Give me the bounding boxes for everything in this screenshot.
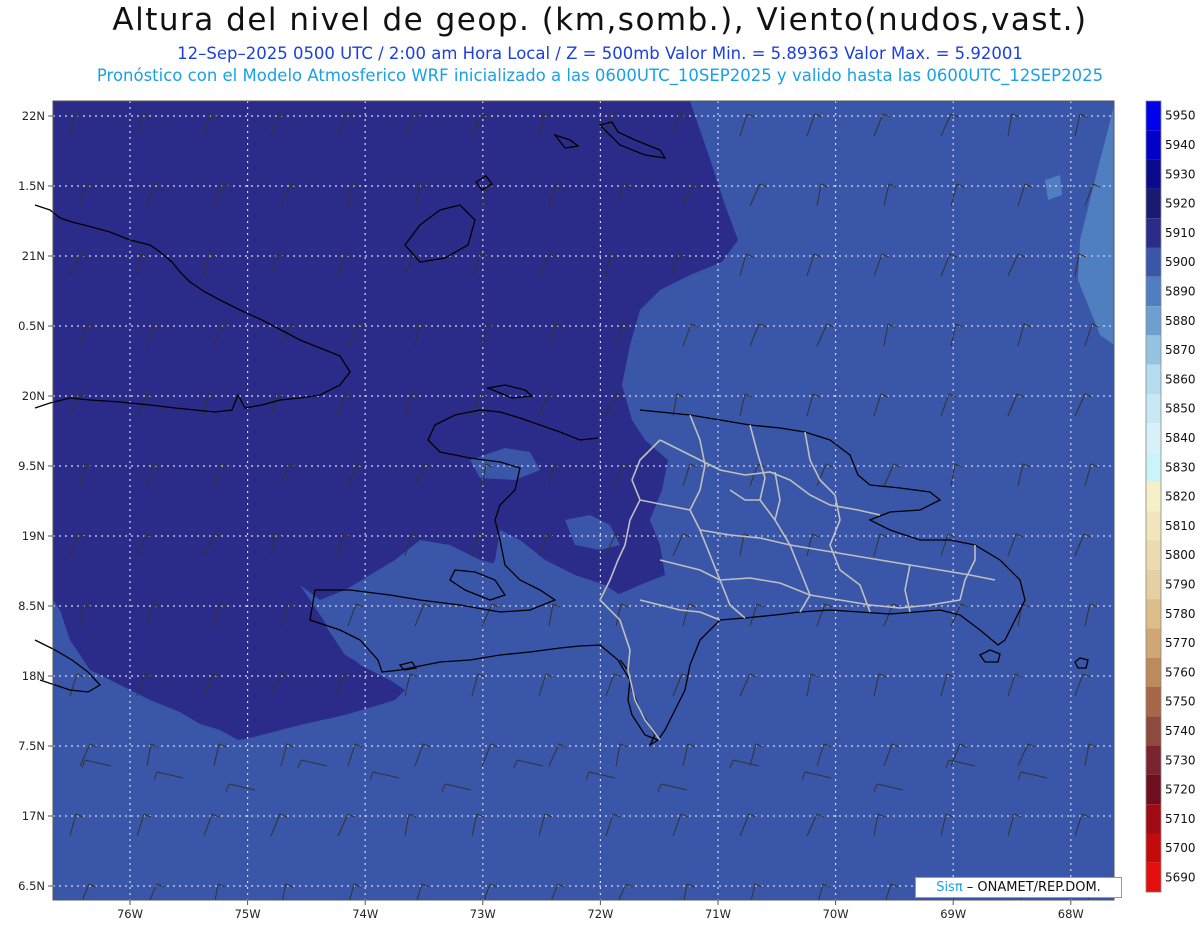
colorbar-label: 5870 bbox=[1165, 343, 1196, 357]
colorbar-label: 5730 bbox=[1165, 753, 1196, 767]
colorbar-swatch bbox=[1146, 335, 1161, 365]
colorbar-label: 5860 bbox=[1165, 372, 1196, 386]
colorbar-swatch bbox=[1146, 247, 1161, 277]
colorbar-label: 5900 bbox=[1165, 255, 1196, 269]
lat-tick-label: 6.5N bbox=[18, 879, 45, 893]
colorbar-swatch bbox=[1146, 423, 1161, 453]
colorbar-swatch bbox=[1146, 159, 1161, 189]
lat-tick-label: 17N bbox=[22, 809, 45, 823]
colorbar-swatch bbox=[1146, 833, 1161, 863]
colorbar-label: 5790 bbox=[1165, 577, 1196, 591]
colorbar-label: 5820 bbox=[1165, 490, 1196, 504]
colorbar-label: 5840 bbox=[1165, 431, 1196, 445]
colorbar-swatch bbox=[1146, 188, 1161, 219]
colorbar-swatch bbox=[1146, 218, 1161, 248]
colorbar-label: 5930 bbox=[1165, 167, 1196, 181]
colorbar-swatch bbox=[1146, 687, 1161, 717]
colorbar-label: 5740 bbox=[1165, 724, 1196, 738]
colorbar-label: 5760 bbox=[1165, 665, 1196, 679]
lat-tick-label: 0.5N bbox=[18, 319, 45, 333]
colorbar-swatch bbox=[1146, 657, 1161, 687]
colorbar-swatch bbox=[1146, 628, 1161, 658]
lon-tick-label: 74W bbox=[352, 907, 378, 921]
colorbar-label: 5920 bbox=[1165, 197, 1196, 211]
colorbar-label: 5690 bbox=[1165, 870, 1196, 884]
colorbar-label: 5720 bbox=[1165, 783, 1196, 797]
colorbar-swatch bbox=[1146, 745, 1161, 775]
colorbar-swatch bbox=[1146, 101, 1161, 131]
colorbar-swatch bbox=[1146, 306, 1161, 336]
colorbar-swatch bbox=[1146, 862, 1161, 893]
lon-tick-label: 71W bbox=[705, 907, 731, 921]
colorbar-swatch bbox=[1146, 774, 1161, 805]
colorbar-swatch bbox=[1146, 394, 1161, 424]
colorbar-label: 5910 bbox=[1165, 226, 1196, 240]
colorbar-label: 5750 bbox=[1165, 695, 1196, 709]
lat-tick-label: 21N bbox=[22, 249, 45, 263]
colorbar-swatch bbox=[1146, 716, 1161, 746]
lat-tick-label: 7.5N bbox=[18, 739, 45, 753]
colorbar-swatch bbox=[1146, 276, 1161, 307]
lat-tick-label: 9.5N bbox=[18, 459, 45, 473]
colorbar-label: 5770 bbox=[1165, 636, 1196, 650]
lon-tick-label: 69W bbox=[940, 907, 966, 921]
colorbar-swatch bbox=[1146, 540, 1161, 570]
lat-tick-label: 19N bbox=[22, 529, 45, 543]
colorbar-label: 5850 bbox=[1165, 402, 1196, 416]
lon-tick-label: 72W bbox=[587, 907, 613, 921]
colorbar-label: 5890 bbox=[1165, 284, 1196, 298]
colorbar-label: 5880 bbox=[1165, 314, 1196, 328]
brand-logo-text: Sisπ bbox=[936, 880, 963, 895]
geopotential-map: 76W 75W 74W 73W 72W 71W 70W 69W 68W 22N 1.5N 21N 0.… bbox=[18, 100, 1196, 921]
lon-tick-label: 75W bbox=[235, 907, 261, 921]
colorbar-label: 5780 bbox=[1165, 607, 1196, 621]
colorbar-swatch bbox=[1146, 481, 1161, 512]
colorbar-label: 5700 bbox=[1165, 841, 1196, 855]
colorbar-label: 5950 bbox=[1165, 109, 1196, 123]
colorbar-swatch bbox=[1146, 452, 1161, 482]
colorbar-label: 5810 bbox=[1165, 519, 1196, 533]
colorbar-swatch bbox=[1146, 804, 1161, 834]
credit-box: Sisπ – ONAMET/REP.DOM. bbox=[915, 877, 1122, 898]
colorbar-swatch bbox=[1146, 364, 1161, 394]
colorbar-label: 5830 bbox=[1165, 460, 1196, 474]
longitude-axis: 76W 75W 74W 73W 72W 71W 70W 69W 68W bbox=[117, 900, 1084, 921]
lat-tick-label: 18N bbox=[22, 669, 45, 683]
colorbar-label: 5800 bbox=[1165, 548, 1196, 562]
lon-tick-label: 73W bbox=[470, 907, 496, 921]
credit-org: – ONAMET/REP.DOM. bbox=[962, 880, 1101, 895]
lat-tick-label: 20N bbox=[22, 389, 45, 403]
lat-tick-label: 1.5N bbox=[18, 179, 45, 193]
lat-tick-label: 8.5N bbox=[18, 599, 45, 613]
colorbar-label: 5710 bbox=[1165, 812, 1196, 826]
colorbar-swatch bbox=[1146, 599, 1161, 629]
geopotential-field bbox=[53, 101, 1114, 900]
colorbar-swatch bbox=[1146, 130, 1161, 160]
latitude-axis: 22N 1.5N 21N 0.5N 20N 9.5N 19N 8.5N 18N 7.5N 17N 6.… bbox=[18, 109, 53, 893]
colorbar-label: 5940 bbox=[1165, 138, 1196, 152]
lat-tick-label: 22N bbox=[22, 109, 45, 123]
lon-tick-label: 76W bbox=[117, 907, 143, 921]
colorbar-swatch bbox=[1146, 569, 1161, 600]
lon-tick-label: 68W bbox=[1058, 907, 1084, 921]
colorbar-swatch bbox=[1146, 511, 1161, 541]
colorbar: 5950 5940 5930 5920 5910 5900 5890 5880 5870 5860… bbox=[1145, 100, 1196, 893]
lon-tick-label: 70W bbox=[823, 907, 849, 921]
